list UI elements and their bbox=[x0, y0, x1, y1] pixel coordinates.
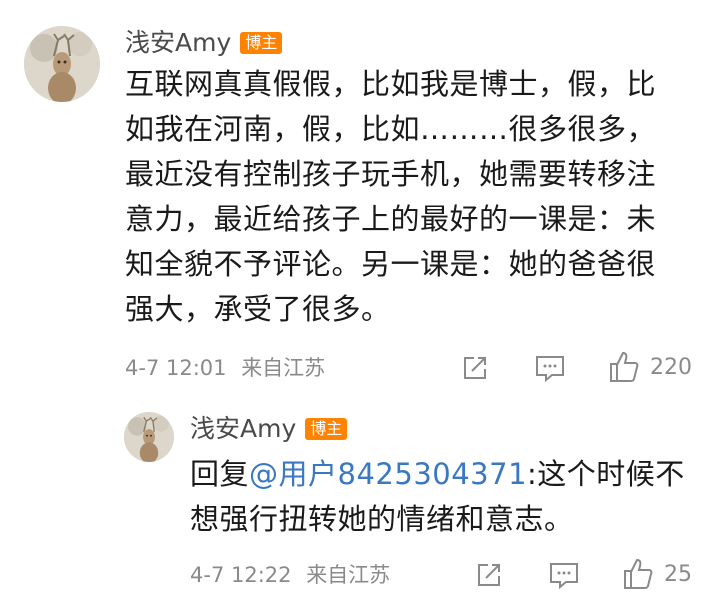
comment-meta: 4-7 12:01 来自江苏 bbox=[125, 355, 325, 381]
comment-line: 互联网真真假假，比如我是博士，假，比 bbox=[125, 67, 657, 101]
deer-avatar-image bbox=[124, 412, 174, 462]
user-mention-link[interactable]: @用户8425304371 bbox=[249, 457, 527, 491]
comment-button[interactable] bbox=[548, 560, 580, 590]
share-icon bbox=[464, 357, 486, 379]
share-icon bbox=[478, 564, 500, 586]
reply-meta: 4-7 12:22 来自江苏 bbox=[190, 562, 390, 588]
comment-line: 知全貌不予评论。另一课是：她的爸爸很 bbox=[125, 247, 657, 281]
comment-icon bbox=[550, 563, 578, 590]
comment-button[interactable] bbox=[534, 353, 566, 383]
author-row: 浅安Amy 博主 bbox=[125, 28, 283, 58]
deer-avatar-image bbox=[24, 26, 100, 102]
avatar[interactable] bbox=[24, 26, 100, 102]
reply-location: 来自江苏 bbox=[306, 563, 391, 587]
blogger-badge: 博主 bbox=[305, 418, 348, 440]
reply-prefix: 回复 bbox=[190, 457, 250, 491]
avatar[interactable] bbox=[124, 412, 174, 462]
comment-line: 最近没有控制孩子玩手机，她需要转移注 bbox=[125, 157, 657, 191]
reply-line: 回复@用户8425304371:这个时候不 bbox=[190, 452, 685, 497]
comment-item: 浅安Amy 博主 互联网真真假假，比如我是博士，假，比 如我在河南，假，比如……… bbox=[0, 0, 720, 400]
blogger-badge: 博主 bbox=[240, 32, 283, 54]
reply-line: 想强行扭转她的情绪和意志。 bbox=[190, 502, 574, 536]
comment-icon bbox=[536, 356, 564, 383]
reply-text: 回复@用户8425304371:这个时候不 想强行扭转她的情绪和意志。 bbox=[190, 452, 685, 542]
author-row: 浅安Amy 博主 bbox=[190, 414, 348, 444]
like-count: 25 bbox=[664, 561, 692, 587]
like-button[interactable]: 25 bbox=[622, 557, 692, 591]
like-count: 220 bbox=[650, 354, 692, 380]
author-name[interactable]: 浅安Amy bbox=[190, 414, 296, 444]
comment-line: 如我在河南，假，比如………很多很多， bbox=[125, 112, 657, 146]
author-name[interactable]: 浅安Amy bbox=[125, 28, 231, 58]
like-button[interactable]: 220 bbox=[608, 350, 692, 384]
comment-line: 意力，最近给孩子上的最好的一课是：未 bbox=[125, 202, 657, 236]
reply-item: 浅安Amy 博主 回复@用户8425304371:这个时候不 想强行扭转她的情绪… bbox=[0, 400, 720, 599]
comment-line: 强大，承受了很多。 bbox=[125, 292, 391, 326]
reply-time: 4-7 12:22 bbox=[190, 563, 292, 587]
comment-time: 4-7 12:01 bbox=[125, 356, 227, 380]
thumbs-up-icon bbox=[610, 351, 639, 382]
share-button[interactable] bbox=[460, 353, 490, 383]
thumbs-up-icon bbox=[624, 558, 653, 589]
comment-location: 来自江苏 bbox=[241, 356, 326, 380]
comment-text: 互联网真真假假，比如我是博士，假，比 如我在河南，假，比如………很多很多， 最近… bbox=[125, 62, 656, 332]
share-button[interactable] bbox=[474, 560, 504, 590]
reply-line-rest: :这个时候不 bbox=[527, 457, 685, 491]
